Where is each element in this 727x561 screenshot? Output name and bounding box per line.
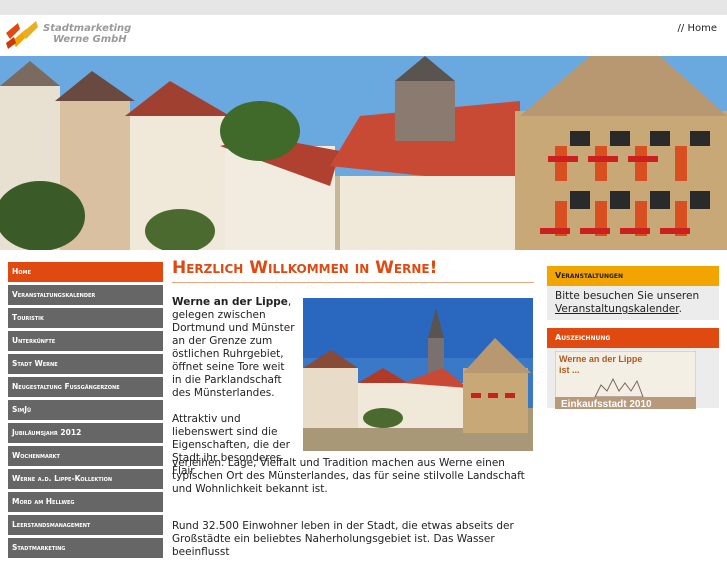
site-header: Stadtmarketing Werne GmbH // Home [0, 15, 727, 56]
events-calendar-link[interactable]: Veranstaltungskalender [555, 303, 679, 315]
nav-item[interactable]: Stadtmarketing [8, 538, 163, 558]
award-box-body: Werne an der Lippe ist ... Einkaufsstadt… [547, 348, 719, 409]
nav-item[interactable]: Wochenmarkt [8, 446, 163, 466]
logo-text[interactable]: Stadtmarketing Werne GmbH [43, 23, 131, 45]
intro-bold: Werne an der Lippe [172, 296, 288, 308]
nav-item[interactable]: Mord am Hellweg [8, 492, 163, 512]
top-bar [0, 0, 727, 15]
para2-continued: verleihen. Lage, Vielfalt und Tradition … [172, 457, 534, 496]
events-box-title: Veranstaltungen [547, 266, 719, 286]
intro-paragraph: Werne an der Lippe, gelegen zwischen Dor… [172, 296, 297, 400]
events-box-body: Bitte besuchen Sie unseren Veranstaltung… [547, 286, 719, 320]
nav-item[interactable]: Touristik [8, 308, 163, 328]
award-line1: Werne an der Lippe [559, 354, 642, 364]
nav-item[interactable]: Veranstaltungskalender [8, 285, 163, 305]
para3-block: Rund 32.500 Einwohner leben in der Stadt… [172, 520, 534, 559]
title-divider [172, 282, 534, 283]
nav-item[interactable]: Stadt Werne [8, 354, 163, 374]
award-badge-image[interactable]: Werne an der Lippe ist ... Einkaufsstadt… [555, 351, 696, 409]
home-link[interactable]: // Home [678, 23, 717, 34]
page-title: Herzlich Willkommen in Werne! [172, 258, 438, 278]
town-photo-image [303, 298, 533, 451]
award-line3: Einkaufsstadt 2010 [561, 399, 652, 409]
hero-banner-image [0, 56, 727, 250]
nav-item[interactable]: Werne a.d. Lippe-Kollektion [8, 469, 163, 489]
intro-text-block: Werne an der Lippe, gelegen zwischen Dor… [172, 296, 297, 478]
events-text: Bitte besuchen Sie unseren [555, 290, 700, 302]
main-navigation: Home Veranstaltungskalender Touristik Unter… [8, 262, 163, 561]
nav-item[interactable]: Jubiläumsjahr 2012 [8, 423, 163, 443]
para3: Rund 32.500 Einwohner leben in der Stadt… [172, 520, 514, 558]
logo-line1: Stadtmarketing [43, 23, 132, 34]
nav-item[interactable]: Home [8, 262, 163, 282]
para2-end: verleihen. Lage, Vielfalt und Tradition … [172, 457, 525, 495]
nav-item[interactable]: Unterkünfte [8, 331, 163, 351]
logo-line2: Werne GmbH [53, 34, 127, 45]
intro-rest: , gelegen zwischen Dortmund und Münster … [172, 296, 295, 399]
nav-item[interactable]: SimJü [8, 400, 163, 420]
nav-item[interactable]: Leerstandsmanagement [8, 515, 163, 535]
nav-item[interactable]: Neugestaltung Fußgängerzone [8, 377, 163, 397]
logo-icon[interactable] [4, 19, 40, 51]
award-box-title: Auszeichnung [547, 328, 719, 348]
events-tail: . [678, 303, 682, 315]
main-content: Herzlich Willkommen in Werne! Werne an d… [172, 258, 534, 558]
award-line2: ist ... [559, 365, 580, 375]
right-sidebar: Veranstaltungen Bitte besuchen Sie unser… [547, 266, 719, 409]
